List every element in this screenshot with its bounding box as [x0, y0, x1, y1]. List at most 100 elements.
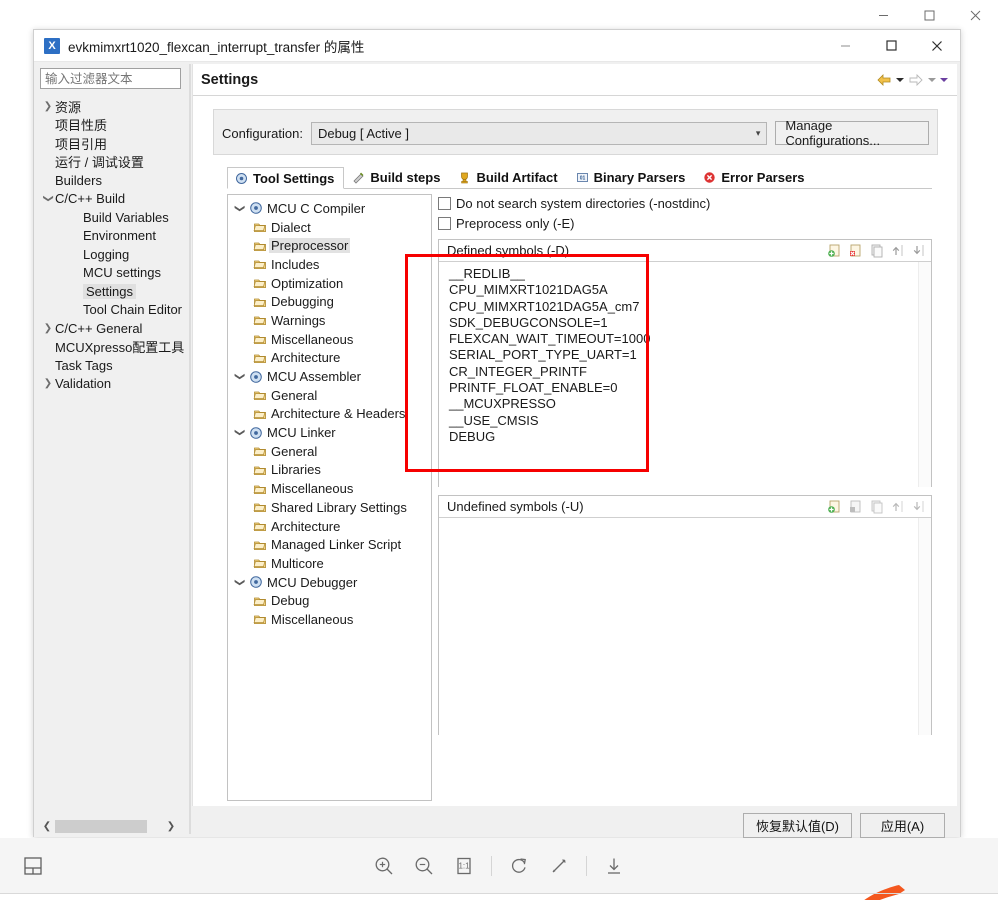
tool-tree-item[interactable]: Architecture: [228, 349, 431, 368]
window-minimize-button[interactable]: [860, 0, 906, 30]
tool-tree-item[interactable]: ❯ MCU Assembler: [228, 367, 431, 386]
defined-symbol-item[interactable]: SDK_DEBUGCONSOLE=1: [439, 315, 931, 331]
tool-tree-item[interactable]: General: [228, 386, 431, 405]
checkbox-row[interactable]: Do not search system directories (-nostd…: [438, 194, 932, 213]
view-menu-dropdown-icon[interactable]: [939, 72, 949, 88]
delete-icon[interactable]: [847, 242, 864, 259]
defined-symbol-item[interactable]: CPU_MIMXRT1021DAG5A_cm7: [439, 299, 931, 315]
defined-symbol-item[interactable]: __REDLIB__: [439, 266, 931, 282]
window-close-button[interactable]: [952, 0, 998, 30]
defined-symbol-item[interactable]: FLEXCAN_WAIT_TIMEOUT=1000: [439, 331, 931, 347]
sidebar-item[interactable]: 项目性质: [39, 116, 187, 135]
tab-tool-settings[interactable]: Tool Settings: [227, 167, 345, 189]
tool-tree-item[interactable]: Miscellaneous: [228, 479, 431, 498]
tool-tree-item[interactable]: Debugging: [228, 292, 431, 311]
defined-symbol-item[interactable]: CR_INTEGER_PRINTF: [439, 364, 931, 380]
scroll-right-icon[interactable]: ❯: [163, 818, 179, 835]
sidebar-item[interactable]: Logging: [39, 245, 187, 264]
tool-tree-item[interactable]: Shared Library Settings: [228, 498, 431, 517]
checkbox-row[interactable]: Preprocess only (-E): [438, 214, 932, 233]
sidebar-item[interactable]: Environment: [39, 227, 187, 246]
move-down-icon[interactable]: [910, 498, 927, 515]
forward-dropdown-icon[interactable]: [927, 72, 937, 88]
tab-build-steps[interactable]: Build steps: [344, 166, 450, 188]
annotate-icon[interactable]: [546, 853, 572, 879]
add-icon[interactable]: [826, 242, 843, 259]
tab-binary-parsers[interactable]: 01 Binary Parsers: [568, 166, 696, 188]
tool-tree-item[interactable]: Miscellaneous: [228, 610, 431, 629]
tool-tree-item[interactable]: Architecture & Headers: [228, 405, 431, 424]
move-up-icon[interactable]: [889, 242, 906, 259]
defined-symbol-item[interactable]: __USE_CMSIS: [439, 413, 931, 429]
tool-tree-item[interactable]: General: [228, 442, 431, 461]
manage-configurations-button[interactable]: Manage Configurations...: [775, 118, 929, 148]
dialog-minimize-button[interactable]: [822, 30, 868, 62]
tool-tree-item[interactable]: Includes: [228, 255, 431, 274]
chevron-down-icon[interactable]: ❯: [234, 425, 245, 440]
defined-symbols-scrollbar[interactable]: [918, 262, 931, 487]
preprocess-only-checkbox[interactable]: [438, 217, 451, 230]
tool-tree-item[interactable]: Preprocessor: [228, 236, 431, 255]
delete-icon[interactable]: [847, 498, 864, 515]
tool-tree-item[interactable]: Optimization: [228, 274, 431, 293]
defined-symbol-item[interactable]: DEBUG: [439, 429, 931, 445]
tool-tree-item[interactable]: Debug: [228, 591, 431, 610]
sidebar-item[interactable]: ❯ Validation: [39, 375, 187, 394]
defined-symbol-item[interactable]: SERIAL_PORT_TYPE_UART=1: [439, 347, 931, 363]
chevron-down-icon[interactable]: ❯: [234, 201, 245, 216]
scroll-left-icon[interactable]: ❮: [39, 818, 55, 835]
nav-horizontal-scrollbar[interactable]: ❮ ❯: [39, 818, 179, 835]
tool-tree-item[interactable]: Libraries: [228, 461, 431, 480]
nav-scroll-thumb[interactable]: [55, 820, 147, 833]
window-maximize-button[interactable]: [906, 0, 952, 30]
undefined-symbols-list[interactable]: [439, 518, 931, 735]
actual-size-icon[interactable]: 1:1: [451, 853, 477, 879]
pane-splitter[interactable]: [189, 64, 191, 834]
chevron-down-icon[interactable]: ❯: [234, 369, 245, 384]
sidebar-item[interactable]: ❯ C/C++ Build: [39, 190, 187, 209]
sidebar-item[interactable]: 项目引用: [39, 134, 187, 153]
tool-tree-item[interactable]: ❯ MCU Debugger: [228, 573, 431, 592]
tool-tree-item[interactable]: Warnings: [228, 311, 431, 330]
tool-tree-item[interactable]: Managed Linker Script: [228, 535, 431, 554]
rotate-icon[interactable]: [506, 853, 532, 879]
move-up-icon[interactable]: [889, 498, 906, 515]
defined-symbol-item[interactable]: PRINTF_FLOAT_ENABLE=0: [439, 380, 931, 396]
tool-tree-item[interactable]: Multicore: [228, 554, 431, 573]
tab-error-parsers[interactable]: Error Parsers: [695, 166, 814, 188]
defined-symbols-list[interactable]: __REDLIB__ CPU_MIMXRT1021DAG5A CPU_MIMXRT1…: [439, 262, 931, 487]
defined-symbol-item[interactable]: CPU_MIMXRT1021DAG5A: [439, 282, 931, 298]
tool-tree-item[interactable]: Architecture: [228, 517, 431, 536]
tool-tree-item[interactable]: Miscellaneous: [228, 330, 431, 349]
zoom-out-icon[interactable]: [411, 853, 437, 879]
sidebar-item[interactable]: Builders: [39, 171, 187, 190]
sidebar-item[interactable]: Tool Chain Editor: [39, 301, 187, 320]
chevron-down-icon[interactable]: ❯: [234, 575, 245, 590]
back-dropdown-icon[interactable]: [895, 72, 905, 88]
nav-scroll-track[interactable]: [55, 818, 163, 835]
add-icon[interactable]: [826, 498, 843, 515]
dialog-close-button[interactable]: [914, 30, 960, 62]
edit-icon[interactable]: [868, 498, 885, 515]
edit-icon[interactable]: [868, 242, 885, 259]
forward-arrow-icon[interactable]: [907, 71, 925, 89]
tool-tree-item[interactable]: ❯ MCU C Compiler: [228, 199, 431, 218]
back-arrow-icon[interactable]: [875, 71, 893, 89]
sidebar-item[interactable]: ❯ C/C++ General: [39, 319, 187, 338]
undefined-symbols-scrollbar[interactable]: [918, 518, 931, 735]
tab-build-artifact[interactable]: Build Artifact: [450, 166, 567, 188]
tool-tree-item[interactable]: Dialect: [228, 218, 431, 237]
download-icon[interactable]: [601, 853, 627, 879]
sidebar-item[interactable]: Build Variables: [39, 208, 187, 227]
restore-defaults-button[interactable]: 恢复默认值(D): [742, 812, 852, 838]
zoom-in-icon[interactable]: [371, 853, 397, 879]
configuration-select[interactable]: Debug [ Active ] ▾: [310, 121, 768, 145]
filter-input[interactable]: [40, 68, 181, 89]
sidebar-item[interactable]: MCU settings: [39, 264, 187, 283]
sidebar-item[interactable]: Settings: [39, 282, 187, 301]
nostdinc-checkbox[interactable]: [438, 197, 451, 210]
sidebar-item[interactable]: 运行 / 调试设置: [39, 153, 187, 172]
apply-button[interactable]: 应用(A): [860, 812, 945, 838]
defined-symbol-item[interactable]: __MCUXPRESSO: [439, 396, 931, 412]
tool-tree-item[interactable]: ❯ MCU Linker: [228, 423, 431, 442]
